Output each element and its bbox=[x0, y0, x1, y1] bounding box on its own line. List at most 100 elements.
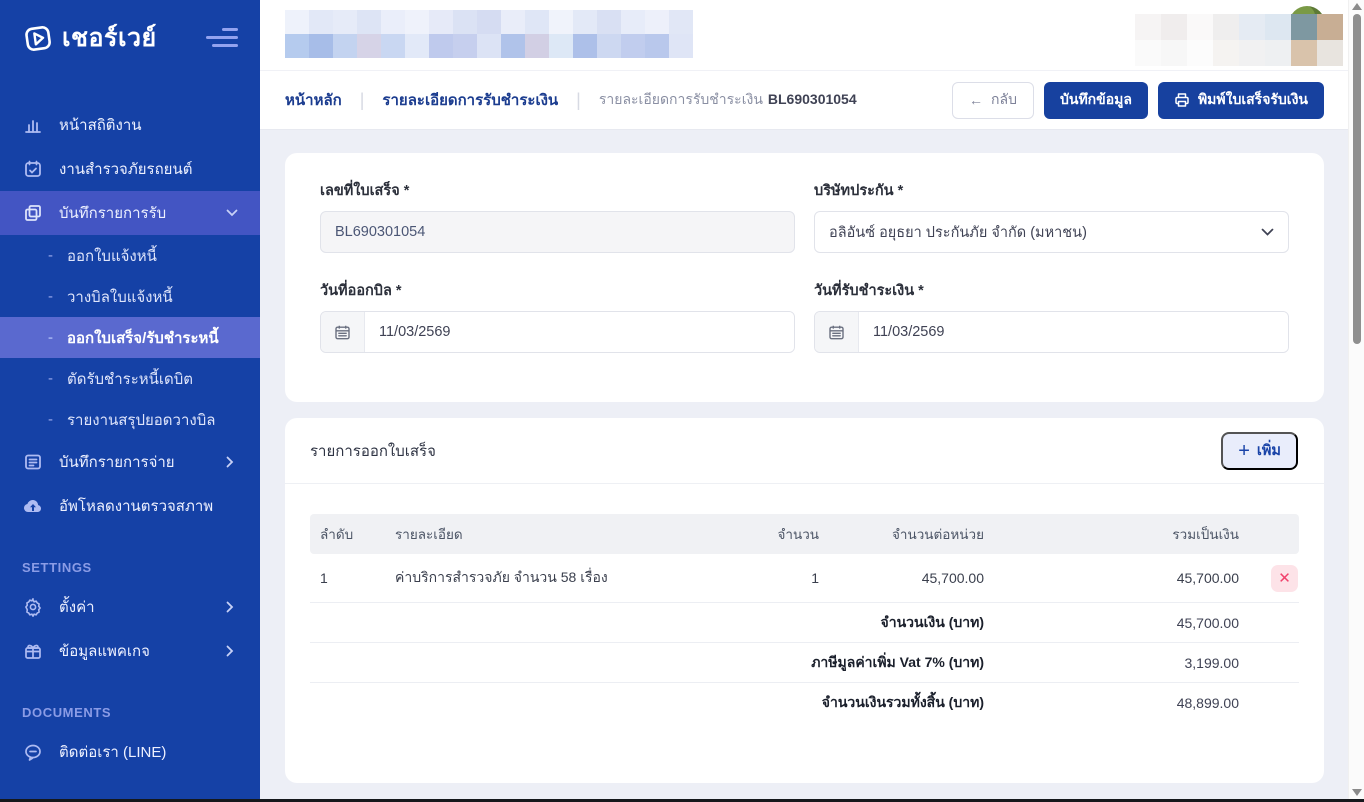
blur-pixel bbox=[501, 34, 525, 58]
blur-pixel bbox=[357, 10, 381, 34]
summary-row-subtotal: จำนวนเงิน (บาท) 45,700.00 bbox=[310, 603, 1299, 643]
bill-date-input[interactable]: 11/03/2569 bbox=[365, 312, 794, 352]
sidebar-subitem-receipt-payment[interactable]: - ออกใบเสร็จ/รับชำระหนี้ bbox=[0, 317, 260, 358]
sidebar-item-label: หน้าสถิติงาน bbox=[59, 113, 238, 137]
calendar-icon[interactable] bbox=[815, 312, 859, 352]
blur-pixel bbox=[357, 34, 381, 58]
blur-pixel bbox=[525, 10, 549, 34]
sidebar-nav: หน้าสถิติงาน งานสำรวจภัยรถยนต์ บันทึกราย… bbox=[0, 103, 260, 774]
payment-date-input[interactable]: 11/03/2569 bbox=[859, 312, 1288, 352]
blur-pixel bbox=[1187, 40, 1213, 66]
sidebar-subitem-label: รายงานสรุปยอดวางบิล bbox=[67, 408, 215, 432]
payment-date-field-group: วันที่รับชำระเงิน * 11/03/2569 bbox=[814, 279, 1289, 353]
calendar-check-icon bbox=[22, 159, 44, 179]
insurer-field-group: บริษัทประกัน * อลิอันซ์ อยุธยา ประกันภัย… bbox=[814, 179, 1289, 253]
breadcrumb-section[interactable]: รายละเอียดการรับชำระเงิน bbox=[382, 88, 558, 112]
app-window: เชอร์เวย์ หน้าสถิติงาน งานสำรวจ bbox=[0, 0, 1364, 802]
blur-pixel bbox=[621, 10, 645, 34]
list-icon bbox=[22, 452, 44, 472]
blur-pixel bbox=[309, 34, 333, 58]
grand-total-value: 48,899.00 bbox=[994, 695, 1249, 711]
breadcrumb-divider: | bbox=[576, 90, 581, 111]
scroll-up-arrow-icon[interactable] bbox=[1352, 3, 1362, 10]
subtotal-label: จำนวนเงิน (บาท) bbox=[310, 612, 994, 634]
scroll-down-arrow-icon[interactable] bbox=[1352, 789, 1362, 796]
blur-pixel bbox=[1265, 14, 1291, 40]
add-item-label: เพิ่ม bbox=[1257, 439, 1281, 462]
add-item-button[interactable]: + เพิ่ม bbox=[1221, 432, 1298, 470]
cell-unit-price: 45,700.00 bbox=[829, 570, 994, 586]
sidebar-subitem-label: ตัดรับชำระหนี้เดบิต bbox=[67, 367, 193, 391]
vertical-scrollbar[interactable] bbox=[1348, 0, 1364, 802]
print-receipt-button[interactable]: พิมพ์ใบเสร็จรับเงิน bbox=[1158, 82, 1324, 119]
receipt-no-label: เลขที่ใบเสร็จ * bbox=[320, 179, 795, 202]
sidebar-item-income-records[interactable]: บันทึกรายการรับ bbox=[0, 191, 260, 235]
payment-date-label: วันที่รับชำระเงิน * bbox=[814, 279, 1289, 302]
sidebar-item-label: บันทึกรายการจ่าย bbox=[59, 450, 211, 474]
receipt-items-table: ลำดับ รายละเอียด จำนวน จำนวนต่อหน่วย รวม… bbox=[310, 514, 1299, 723]
blur-pixel bbox=[1291, 14, 1317, 40]
blur-pixel bbox=[597, 34, 621, 58]
sidebar-toggle-icon[interactable] bbox=[204, 28, 238, 47]
sidebar-item-contact-line[interactable]: ติดต่อเรา (LINE) bbox=[0, 730, 260, 774]
col-header-description: รายละเอียด bbox=[385, 523, 734, 545]
arrow-left-icon: ← bbox=[969, 92, 983, 108]
sidebar-item-settings[interactable]: ตั้งค่า bbox=[0, 585, 260, 629]
sidebar-section-documents: DOCUMENTS bbox=[0, 705, 260, 720]
sidebar: เชอร์เวย์ หน้าสถิติงาน งานสำรวจ bbox=[0, 0, 260, 802]
delete-row-button[interactable]: ✕ bbox=[1271, 565, 1298, 592]
blur-pixel bbox=[1239, 40, 1265, 66]
sidebar-item-upload-inspection[interactable]: อัพโหลดงานตรวจสภาพ bbox=[0, 484, 260, 528]
calendar-icon[interactable] bbox=[321, 312, 365, 352]
blur-pixel bbox=[573, 10, 597, 34]
blur-pixel bbox=[549, 34, 573, 58]
sidebar-subitem-billing-summary-report[interactable]: - รายงานสรุปยอดวางบิล bbox=[0, 399, 260, 440]
blur-pixel bbox=[1317, 14, 1343, 40]
sidebar-item-expense-records[interactable]: บันทึกรายการจ่าย bbox=[0, 440, 260, 484]
blur-pixel bbox=[477, 34, 501, 58]
page-content: เลขที่ใบเสร็จ * BL690301054 บริษัทประกัน… bbox=[260, 131, 1348, 802]
grand-total-label: จำนวนเงินรวมทั้งสิ้น (บาท) bbox=[310, 692, 994, 714]
save-button[interactable]: บันทึกข้อมูล bbox=[1044, 82, 1148, 119]
cell-description: ค่าบริการสำรวจภัย จำนวน 58 เรื่อง bbox=[385, 567, 734, 589]
plus-icon: + bbox=[1238, 441, 1250, 461]
insurer-select[interactable]: อลิอันซ์ อยุธยา ประกันภัย จำกัด (มหาชน) bbox=[814, 211, 1289, 253]
blur-pixel bbox=[645, 34, 669, 58]
sidebar-subitem-debit-settlement[interactable]: - ตัดรับชำระหนี้เดบิต bbox=[0, 358, 260, 399]
main-area: หน้าหลัก | รายละเอียดการรับชำระเงิน | รา… bbox=[260, 0, 1348, 802]
breadcrumb-bar: หน้าหลัก | รายละเอียดการรับชำระเงิน | รา… bbox=[260, 71, 1348, 130]
blur-pixel bbox=[429, 10, 453, 34]
summary-row-vat: ภาษีมูลค่าเพิ่ม Vat 7% (บาท) 3,199.00 bbox=[310, 643, 1299, 683]
cell-qty: 1 bbox=[734, 570, 829, 586]
sidebar-subitem-billing[interactable]: - วางบิลใบแจ้งหนี้ bbox=[0, 276, 260, 317]
sidebar-item-dashboard[interactable]: หน้าสถิติงาน bbox=[0, 103, 260, 147]
scrollbar-thumb[interactable] bbox=[1353, 14, 1361, 344]
blur-pixel bbox=[1317, 40, 1343, 66]
sidebar-subitem-issue-invoice[interactable]: - ออกใบแจ้งหนี้ bbox=[0, 235, 260, 276]
blur-pixel bbox=[669, 10, 693, 34]
breadcrumb-current: รายละเอียดการรับชำระเงินBL690301054 bbox=[599, 89, 857, 111]
breadcrumb-home[interactable]: หน้าหลัก bbox=[285, 88, 342, 112]
breadcrumb: หน้าหลัก | รายละเอียดการรับชำระเงิน | รา… bbox=[285, 88, 952, 112]
brand-logo-icon bbox=[22, 22, 54, 54]
payment-date-input-group: 11/03/2569 bbox=[814, 311, 1289, 353]
blur-pixel bbox=[1187, 14, 1213, 40]
sidebar-item-label: ติดต่อเรา (LINE) bbox=[59, 740, 238, 764]
brand-logo[interactable]: เชอร์เวย์ bbox=[22, 18, 157, 58]
summary-row-grand-total: จำนวนเงินรวมทั้งสิ้น (บาท) 48,899.00 bbox=[310, 683, 1299, 723]
blur-pixel bbox=[285, 34, 309, 58]
sidebar-subitem-label: ออกใบเสร็จ/รับชำระหนี้ bbox=[67, 326, 219, 350]
back-button[interactable]: ← กลับ bbox=[952, 82, 1034, 119]
blur-pixel bbox=[453, 34, 477, 58]
sidebar-item-package-info[interactable]: ข้อมูลแพคเกจ bbox=[0, 629, 260, 673]
blur-pixel bbox=[333, 10, 357, 34]
cell-no: 1 bbox=[310, 570, 385, 586]
user-account-area[interactable] bbox=[1135, 14, 1343, 66]
sidebar-item-label: ตั้งค่า bbox=[59, 595, 211, 619]
blur-pixel bbox=[285, 10, 309, 34]
print-button-label: พิมพ์ใบเสร็จรับเงิน bbox=[1198, 89, 1308, 111]
subtotal-value: 45,700.00 bbox=[994, 615, 1249, 631]
sidebar-item-survey-jobs[interactable]: งานสำรวจภัยรถยนต์ bbox=[0, 147, 260, 191]
sidebar-submenu-income: - ออกใบแจ้งหนี้ - วางบิลใบแจ้งหนี้ - ออก… bbox=[0, 235, 260, 440]
receipt-no-input[interactable]: BL690301054 bbox=[320, 211, 795, 253]
